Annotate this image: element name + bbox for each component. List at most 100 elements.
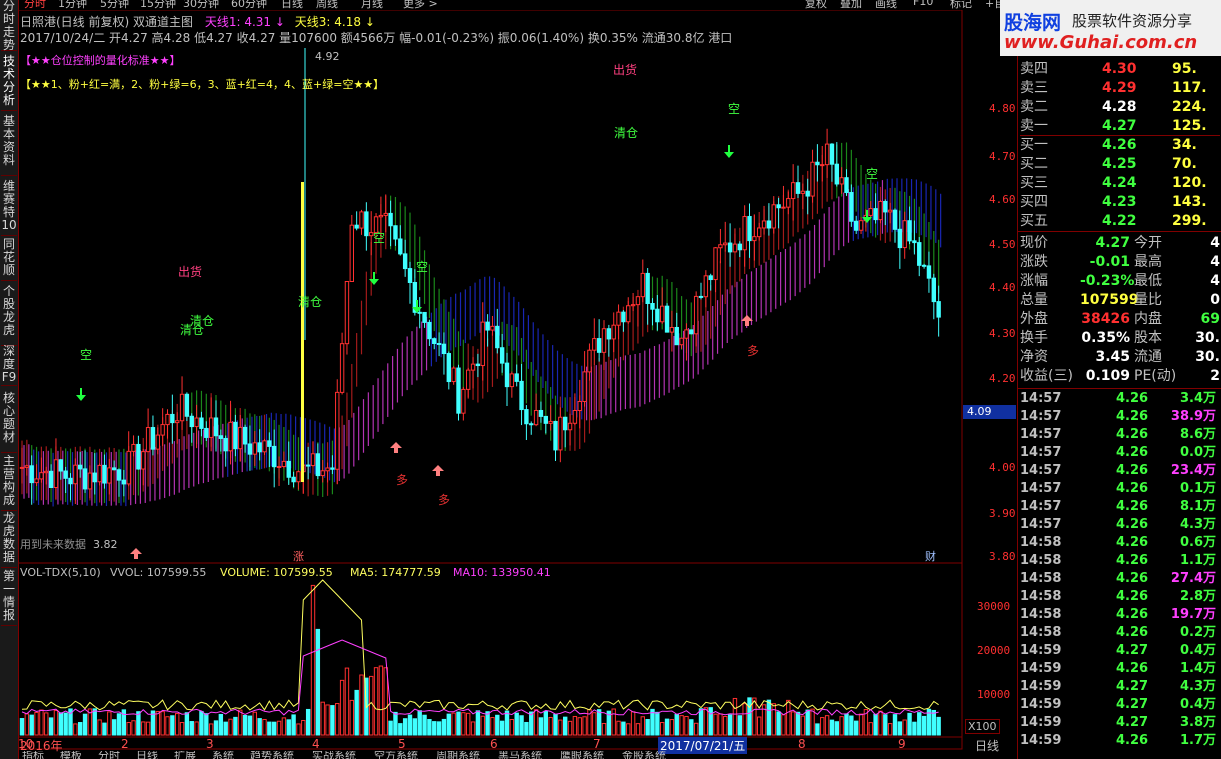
top-tab-2[interactable]: 5分钟 [100,0,129,9]
left-tab-3[interactable]: 维赛特10 [1,180,17,236]
stat-value: -0.23% [1080,273,1135,289]
tick-volume: 2.8万 [1179,589,1216,604]
order-book-row: 买五 4.22 299. [1020,212,1220,230]
tick-price: 4.27 [1116,697,1149,712]
tick-row: 14:59 4.27 0.4万 [1020,642,1220,660]
stat-value: 4 [1210,254,1220,270]
bottom-tab-3[interactable]: 日线 [136,751,158,759]
left-tab-1[interactable]: 技术分析 [1,55,17,111]
tick-price: 4.26 [1116,517,1149,532]
order-label: 卖二 [1020,99,1048,115]
price-tick: 4.40 [989,281,1016,294]
left-tab-0[interactable]: 分时走势 [1,0,17,52]
toolbar-button-3[interactable]: F10 [913,0,933,8]
order-price: 4.22 [1102,213,1137,229]
bottom-tab-9[interactable]: 周期系统 [436,751,480,759]
order-label: 卖一 [1020,118,1048,134]
top-tab-8[interactable]: 月线 [361,0,383,9]
bottom-tab-10[interactable]: 黑马系统 [498,751,542,759]
order-label: 买五 [1020,213,1048,229]
tick-price: 4.27 [1116,643,1149,658]
kline-chart[interactable]: 4.923.82用到未来数据出货出货清仓清仓清仓清仓空空空空空多多多财涨VOL-… [18,10,963,750]
bottom-tab-11[interactable]: 鹰眼系统 [560,751,604,759]
bottom-tab-4[interactable]: 扩展 [174,751,196,759]
stat-value: 4 [1210,273,1220,289]
stat-label: 涨幅 [1020,273,1048,289]
tick-volume: 0.2万 [1179,625,1216,640]
top-tab-6[interactable]: 日线 [281,0,303,9]
left-tab-5[interactable]: 个股龙虎 [1,285,17,346]
bottom-tab-5[interactable]: 系统 [212,751,234,759]
volume-tick: 10000 [977,688,1011,701]
stat-label: 净资 [1020,349,1048,365]
finance-marker: 财 [925,549,936,563]
date-tick: 7 [593,737,601,751]
tick-price: 4.26 [1116,607,1149,622]
left-tab-4[interactable]: 同花顺 [1,238,17,281]
top-tab-4[interactable]: 30分钟 [183,0,219,9]
tick-row: 14:58 4.26 19.7万 [1020,606,1220,624]
left-tab-7[interactable]: 核心题材 [1,392,17,453]
top-tab-1[interactable]: 1分钟 [58,0,87,9]
order-price: 4.25 [1102,156,1137,172]
bottom-tab-6[interactable]: 趋势系统 [250,751,294,759]
logo-main: 股海网 [1004,12,1062,34]
top-tab-5[interactable]: 60分钟 [231,0,267,9]
tick-price: 4.26 [1116,409,1149,424]
bottom-tab-7[interactable]: 实战系统 [312,751,356,759]
tick-time: 14:59 [1020,697,1062,712]
order-volume: 143. [1172,194,1207,210]
tick-row: 14:58 4.26 0.6万 [1020,534,1220,552]
top-tab-0[interactable]: 分时 [24,0,46,9]
left-tab-8[interactable]: 主营构成 [1,455,17,511]
left-tab-10[interactable]: 第一情报 [1,570,17,626]
tick-row: 14:57 4.26 38.9万 [1020,408,1220,426]
date-tick: 2 [121,737,129,751]
signal-qingcang: 清仓 [180,323,204,337]
date-tick: 3 [206,737,214,751]
stat-row: 现价 4.27 今开 4 [1020,234,1220,252]
tick-price: 4.26 [1116,391,1149,406]
tick-time: 14:57 [1020,445,1062,460]
tick-price: 4.26 [1116,427,1149,442]
tick-row: 14:57 4.26 4.3万 [1020,516,1220,534]
vvol-label: VVOL: 107599.55 [110,566,206,579]
stat-label: 收益(三) [1020,368,1073,384]
top-tab-3[interactable]: 15分钟 [140,0,176,9]
bottom-tab-1[interactable]: 模板 [60,751,82,759]
bottom-tab-12[interactable]: 金股系统 [622,751,666,759]
tick-time: 14:57 [1020,409,1062,424]
tick-time: 14:58 [1020,535,1062,550]
bottom-tab-8[interactable]: 空方系统 [374,751,418,759]
tick-time: 14:59 [1020,643,1062,658]
stat-label: 外盘 [1020,311,1048,327]
tick-price: 4.26 [1116,733,1149,748]
order-volume: 299. [1172,213,1207,229]
top-tab-7[interactable]: 周线 [316,0,338,9]
left-tab-2[interactable]: 基本资料 [1,115,17,176]
top-tab-9[interactable]: 更多 > [403,0,438,9]
tick-price: 4.27 [1116,715,1149,730]
tick-row: 14:59 4.27 3.8万 [1020,714,1220,732]
tick-row: 14:57 4.26 23.4万 [1020,462,1220,480]
signal-duo: 多 [747,344,759,358]
stat-label: 最高 [1134,254,1162,270]
left-tab-9[interactable]: 龙虎数据 [1,512,17,568]
tick-row: 14:58 4.26 1.1万 [1020,552,1220,570]
quote-panel: 卖四 4.30 95. 卖三 4.29 117. 卖二 4.28 224. 卖一 4.27 125. 买… [1017,0,1221,759]
tick-price: 4.26 [1116,463,1149,478]
signal-qingcang: 清仓 [298,295,322,309]
bottom-tab-0[interactable]: 指标 [22,751,44,759]
order-label: 买三 [1020,175,1048,191]
tick-row: 14:57 4.26 3.4万 [1020,390,1220,408]
order-price: 4.30 [1102,61,1137,77]
tick-volume: 19.7万 [1170,607,1216,622]
stat-label: 量比 [1134,292,1162,308]
bottom-tab-2[interactable]: 分时 [98,751,120,759]
tick-price: 4.27 [1116,679,1149,694]
date-tick: 6 [490,737,498,751]
tick-volume: 0.6万 [1179,535,1216,550]
stat-label: 总量 [1020,292,1048,308]
left-tab-6[interactable]: 深度F9 [1,345,17,386]
tick-volume: 4.3万 [1179,517,1216,532]
